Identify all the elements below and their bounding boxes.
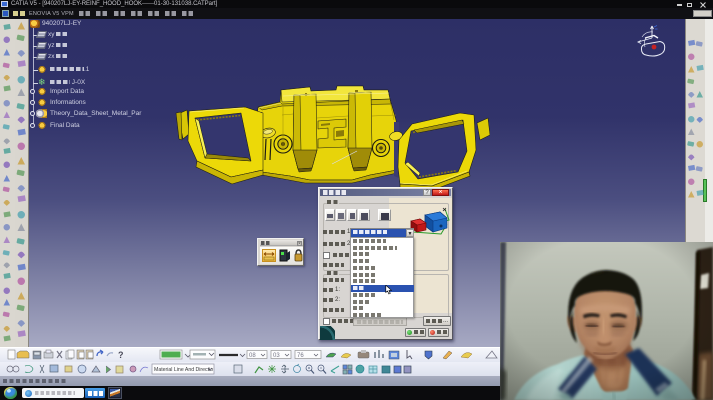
svg-text:76: 76 <box>297 353 304 359</box>
svg-text:08: 08 <box>249 353 256 359</box>
svg-text:?: ? <box>118 350 124 360</box>
svg-text:Material Line And Directio: Material Line And Directio <box>154 367 213 373</box>
svg-text:03: 03 <box>273 353 280 359</box>
